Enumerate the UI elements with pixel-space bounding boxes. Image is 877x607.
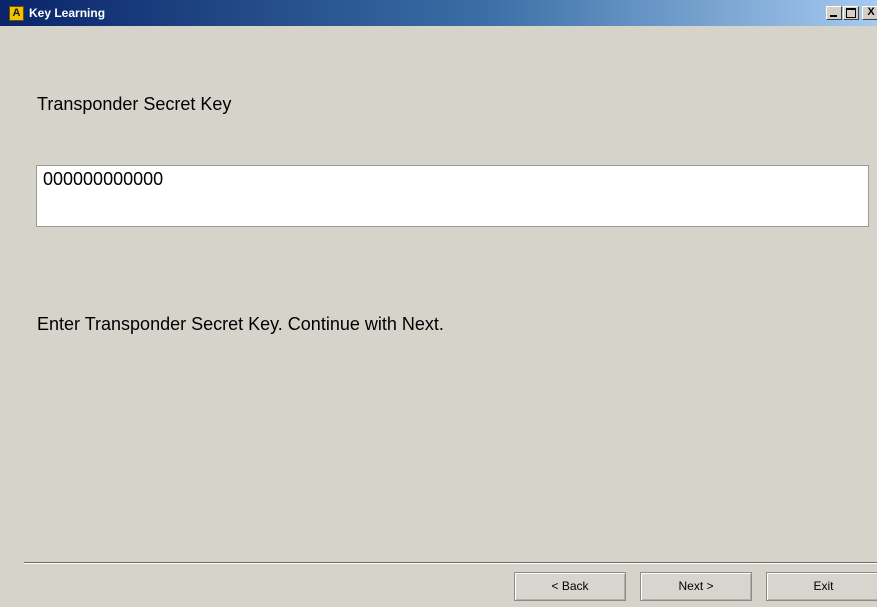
section-heading: Transponder Secret Key [37,94,232,114]
close-button[interactable]: X [862,6,877,20]
app-icon: A [9,6,24,21]
key-learning-window: A Key Learning X Transponder Secret Key … [0,0,877,607]
secret-key-input[interactable] [43,169,643,190]
title-bar[interactable]: A Key Learning X [0,0,877,26]
next-button[interactable]: Next > [640,572,752,601]
minimize-icon [830,15,837,17]
close-icon: X [867,6,875,18]
exit-button[interactable]: Exit [766,572,877,601]
maximize-icon [846,8,856,18]
back-button[interactable]: < Back [514,572,626,601]
secret-key-field[interactable] [36,165,869,227]
maximize-button[interactable] [843,6,859,20]
window-title: Key Learning [29,6,106,20]
minimize-button[interactable] [826,6,842,20]
separator-line [24,562,877,564]
instruction-text: Enter Transponder Secret Key. Continue w… [37,314,444,334]
